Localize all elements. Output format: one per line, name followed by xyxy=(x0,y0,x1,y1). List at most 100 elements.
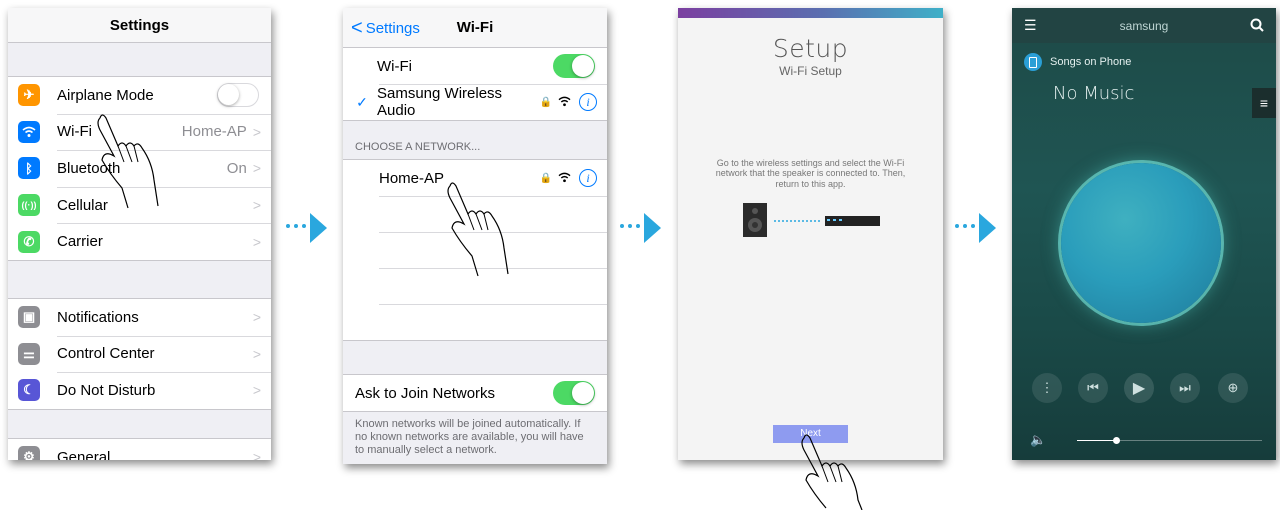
more-options-icon[interactable]: ⋮ xyxy=(1032,373,1062,403)
next-button[interactable]: Next xyxy=(773,425,848,443)
source-row[interactable]: Songs on Phone xyxy=(1024,53,1276,71)
network-row-home-ap[interactable]: Home-AP 🔒 i xyxy=(343,160,607,196)
track-status: No Music xyxy=(1053,83,1135,104)
section-header: CHOOSE A NETWORK... xyxy=(355,141,481,153)
settings-row-airplane-mode[interactable]: ✈ Airplane Mode xyxy=(8,77,271,114)
row-label: General xyxy=(57,448,111,460)
source-label: Songs on Phone xyxy=(1050,56,1132,68)
setup-screen: Setup Wi-Fi Setup Go to the wireless set… xyxy=(678,8,943,460)
chevron-right-icon: > xyxy=(252,197,261,214)
empty-network-row xyxy=(343,232,607,268)
phone-source-icon xyxy=(1024,53,1042,71)
wifi-navbar: < Settings Wi-Fi xyxy=(343,8,607,48)
checkmark-icon: ✓ xyxy=(356,93,368,110)
settings-row-bluetooth[interactable]: ᛒ Bluetooth On > xyxy=(8,150,271,187)
wifi-label: Wi-Fi xyxy=(377,57,412,75)
speaker-name: samsung xyxy=(1119,18,1169,33)
setup-subtitle: Wi-Fi Setup xyxy=(779,64,842,78)
volume-slider-track[interactable] xyxy=(1077,437,1262,444)
add-to-playlist-icon[interactable]: ⊕ xyxy=(1218,373,1248,403)
settings-group-general: ⚙ General > xyxy=(8,437,271,460)
setup-title: Setup xyxy=(772,34,849,63)
bluetooth-icon: ᛒ xyxy=(18,157,40,180)
wifi-signal-icon xyxy=(558,171,571,186)
settings-screen: Settings ✈ Airplane Mode Wi-Fi Home-AP >… xyxy=(8,8,271,460)
setup-instructions: Go to the wireless settings and select t… xyxy=(715,158,906,189)
volume-icon: 🔈 xyxy=(1030,432,1047,447)
lock-icon: 🔒 xyxy=(539,96,552,108)
wifi-signal-icon xyxy=(558,95,571,110)
chevron-right-icon: > xyxy=(252,160,261,177)
chevron-right-icon: > xyxy=(252,345,261,362)
row-label: Do Not Disturb xyxy=(57,381,156,399)
empty-network-row xyxy=(343,196,607,232)
info-icon[interactable]: i xyxy=(579,93,597,111)
settings-row-control-center[interactable]: ⚌ Control Center > xyxy=(8,335,271,373)
row-detail: Home-AP xyxy=(181,123,247,141)
brand-bar xyxy=(678,8,943,18)
nav-title: Wi-Fi xyxy=(456,19,494,36)
play-icon[interactable]: ▶ xyxy=(1124,373,1154,403)
info-icon[interactable]: i xyxy=(579,169,597,187)
chevron-right-icon: > xyxy=(252,309,261,326)
connected-network-row[interactable]: ✓ Samsung Wireless Audio 🔒 i xyxy=(343,84,607,120)
row-label: Airplane Mode xyxy=(57,86,154,104)
settings-group-notifications: ▣ Notifications > ⚌ Control Center > ☾ D… xyxy=(8,297,271,410)
speaker-to-router-illustration xyxy=(743,203,880,237)
settings-row-notifications[interactable]: ▣ Notifications > xyxy=(8,299,271,336)
row-label: Bluetooth xyxy=(57,159,121,177)
phone-icon: ✆ xyxy=(18,230,40,253)
gear-icon: ⚙ xyxy=(18,446,40,460)
back-button[interactable]: < Settings xyxy=(351,8,420,48)
lock-icon: 🔒 xyxy=(539,172,552,184)
volume-slider-fill xyxy=(1077,440,1116,441)
settings-row-wifi[interactable]: Wi-Fi Home-AP > xyxy=(8,113,271,151)
album-art-circle xyxy=(1061,163,1221,323)
wifi-toggle[interactable] xyxy=(553,54,595,78)
settings-row-carrier[interactable]: ✆ Carrier > xyxy=(8,223,271,260)
wifi-toggle-row: Wi-Fi xyxy=(343,48,607,84)
network-list: Home-AP 🔒 i xyxy=(343,159,607,341)
wifi-icon xyxy=(18,120,40,143)
chevron-right-icon: > xyxy=(252,382,261,399)
notifications-icon: ▣ xyxy=(18,306,40,329)
network-name: Home-AP xyxy=(379,169,445,187)
row-label: Control Center xyxy=(57,345,155,363)
ask-join-footnote: Known networks will be joined automatica… xyxy=(355,418,584,457)
chevron-left-icon: < xyxy=(351,17,363,39)
speaker-list-icon[interactable]: ☰ xyxy=(1024,17,1037,34)
search-icon[interactable] xyxy=(1250,18,1264,32)
previous-track-icon[interactable]: ⏮ xyxy=(1078,373,1108,403)
next-track-icon[interactable]: ⏭ xyxy=(1170,373,1200,403)
chevron-right-icon: > xyxy=(252,123,261,140)
settings-row-general[interactable]: ⚙ General > xyxy=(8,439,271,460)
player-top-bar: ☰ samsung xyxy=(1012,8,1276,43)
wifi-screen: < Settings Wi-Fi Wi-Fi ✓ Samsung Wireles… xyxy=(343,8,607,464)
control-center-icon: ⚌ xyxy=(18,342,40,365)
row-label: Wi-Fi xyxy=(57,123,92,141)
back-label: Settings xyxy=(365,19,420,37)
row-label: Cellular xyxy=(57,196,108,214)
ask-join-row: Ask to Join Networks xyxy=(343,375,607,411)
row-label: Notifications xyxy=(57,308,139,326)
chevron-right-icon: > xyxy=(252,449,261,460)
row-detail: On xyxy=(226,159,247,177)
settings-row-do-not-disturb[interactable]: ☾ Do Not Disturb > xyxy=(8,372,271,409)
row-label: Carrier xyxy=(57,233,103,251)
menu-icon[interactable]: ≡ xyxy=(1252,88,1276,118)
empty-network-row xyxy=(343,304,607,340)
ask-join-toggle[interactable] xyxy=(553,381,595,405)
moon-icon: ☾ xyxy=(18,379,40,402)
network-name: Samsung Wireless Audio xyxy=(377,85,503,119)
chevron-right-icon: > xyxy=(252,233,261,250)
airplane-icon: ✈ xyxy=(18,84,40,107)
volume-slider-knob[interactable] xyxy=(1113,437,1120,444)
ask-join-label: Ask to Join Networks xyxy=(355,384,496,402)
empty-network-row xyxy=(343,268,607,304)
settings-row-cellular[interactable]: ((·)) Cellular > xyxy=(8,186,271,224)
settings-group-connectivity: ✈ Airplane Mode Wi-Fi Home-AP > ᛒ Blueto… xyxy=(8,76,271,261)
airplane-mode-toggle[interactable] xyxy=(217,83,259,108)
cellular-icon: ((·)) xyxy=(18,194,40,217)
music-player-screen: ☰ samsung Songs on Phone No Music ≡ ⋮ ⏮ … xyxy=(1012,8,1276,460)
ask-join-group: Ask to Join Networks xyxy=(343,374,607,412)
